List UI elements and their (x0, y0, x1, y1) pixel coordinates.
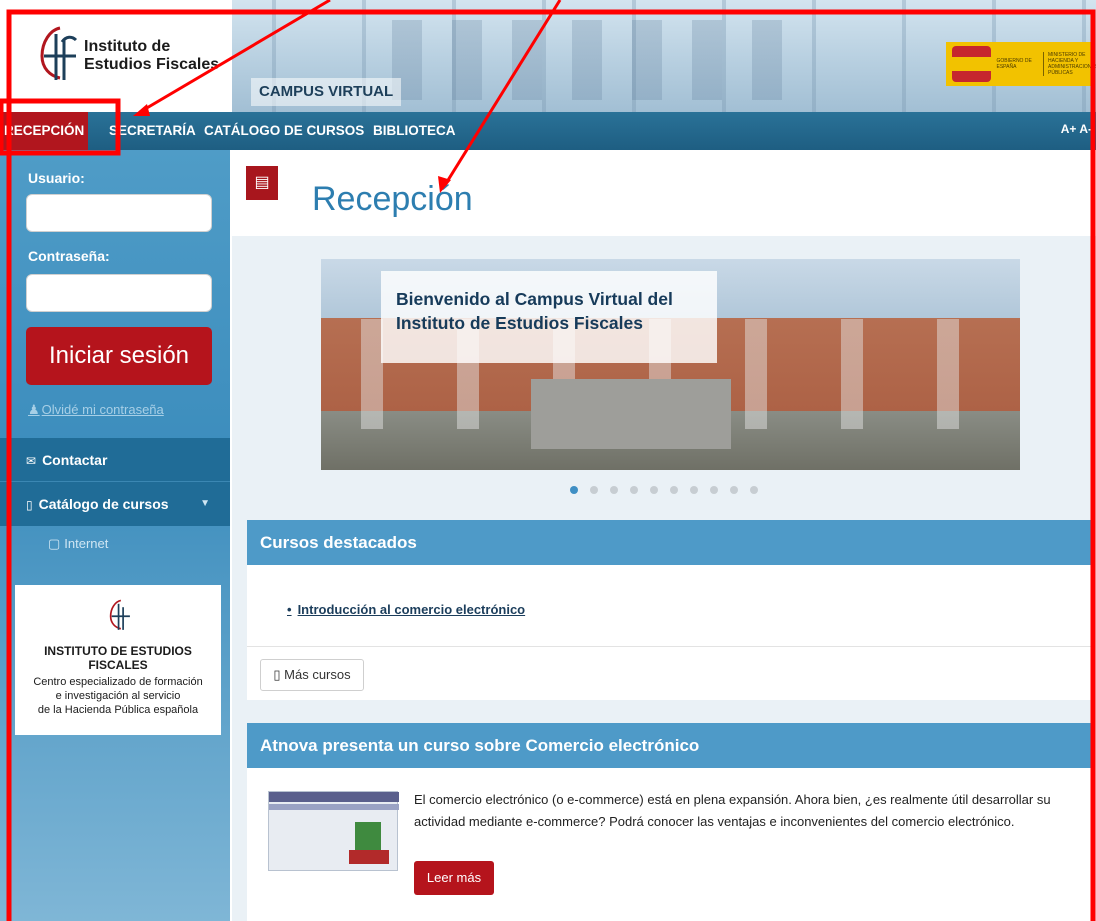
carousel-dot[interactable] (710, 486, 718, 494)
page-title: Recepción (312, 180, 473, 218)
welcome-carousel[interactable]: Bienvenido al Campus Virtual del Institu… (321, 259, 1020, 470)
ief-logo-icon (40, 26, 78, 80)
top-navigation: RECEPCIÓN SECRETARÍA CATÁLOGO DE CURSOS … (0, 112, 1096, 150)
internet-label: Internet (64, 536, 109, 551)
news-article-panel: Atnova presenta un curso sobre Comercio … (247, 723, 1095, 921)
password-label: Contraseña: (28, 248, 110, 264)
featured-courses-panel: Cursos destacados • Introducción al comer… (247, 520, 1095, 700)
ministry-text: MINISTERIO DE HACIENDA Y ADMINISTRACIONE… (1043, 52, 1096, 76)
password-input[interactable] (26, 274, 212, 312)
divider (247, 646, 1095, 647)
site-header: Instituto de Estudios Fiscales CAMPUS VI… (0, 0, 1096, 112)
caption-line-2: Instituto de Estudios Fiscales (396, 313, 643, 333)
article-thumbnail[interactable] (268, 791, 399, 871)
card-desc-line-2: e investigación al servicio (55, 690, 181, 702)
government-logo[interactable]: GOBIERNO DE ESPAÑA MINISTERIO DE HACIEND… (946, 42, 1096, 86)
main-content: ▤ Recepción Bienvenido al Campus Virtual… (232, 150, 1096, 921)
sidebar: Usuario: Contraseña: Iniciar sesión ♟ Olv… (0, 150, 230, 921)
ief-logo[interactable]: Instituto de Estudios Fiscales (0, 0, 232, 112)
nav-catalogo-cursos[interactable]: CATÁLOGO DE CURSOS (204, 112, 364, 150)
ief-small-logo-icon (109, 599, 130, 630)
campus-virtual-label: CAMPUS VIRTUAL (251, 78, 402, 106)
carousel-indicators (570, 486, 758, 496)
book-icon: ▯ (273, 667, 281, 682)
featured-course-text: Introducción al comercio electrónico (297, 602, 526, 617)
carousel-dot[interactable] (650, 486, 658, 494)
caption-line-1: Bienvenido al Campus Virtual del (396, 289, 673, 309)
carousel-dot[interactable] (590, 486, 598, 494)
logo-line-1: Instituto de (84, 38, 171, 55)
building-icon: ▤ (246, 166, 278, 200)
carousel-dot[interactable] (670, 486, 678, 494)
article-title: Atnova presenta un curso sobre Comercio … (247, 723, 1095, 768)
more-courses-button[interactable]: ▯ Más cursos (260, 659, 364, 691)
users-icon: ♟ (28, 402, 40, 417)
carousel-caption: Bienvenido al Campus Virtual del Institu… (381, 271, 717, 363)
username-label: Usuario: (28, 170, 85, 186)
nav-biblioteca[interactable]: BIBLIOTECA (373, 112, 456, 150)
card-description: Centro especializado de formación e inve… (15, 675, 221, 717)
sidebar-subitem-internet[interactable]: ▢ Internet (48, 536, 108, 552)
sidebar-item-catalog[interactable]: ▯ Catálogo de cursos ▼ (0, 482, 230, 526)
carousel-dot[interactable] (630, 486, 638, 494)
read-more-button[interactable]: Leer más (414, 861, 494, 895)
book-icon: ▯ (26, 498, 33, 512)
contact-label: Contactar (42, 452, 108, 468)
bullet-icon: • (287, 602, 292, 617)
featured-course-link[interactable]: • Introducción al comercio electrónico (287, 602, 525, 617)
card-desc-line-3: de la Hacienda Pública española (37, 704, 199, 716)
carousel-dot[interactable] (570, 486, 578, 494)
logo-line-2: Estudios Fiscales (84, 56, 220, 73)
folder-icon: ▢ (48, 536, 61, 551)
caret-down-icon: ▼ (200, 498, 210, 509)
spain-crest-icon (952, 46, 991, 82)
logo-text: Instituto de Estudios Fiscales (84, 38, 219, 74)
envelope-icon: ✉ (26, 454, 37, 468)
carousel-dot[interactable] (750, 486, 758, 494)
nav-recepcion[interactable]: RECEPCIÓN (0, 112, 89, 150)
title-bar: ▤ Recepción (232, 150, 1096, 236)
nav-secretaria[interactable]: SECRETARÍA (109, 112, 196, 150)
login-button[interactable]: Iniciar sesión (26, 327, 212, 385)
sidebar-item-contact[interactable]: ✉ Contactar (0, 438, 230, 482)
article-summary: El comercio electrónico (o e-commerce) e… (414, 792, 1051, 829)
more-courses-label: Más cursos (284, 667, 351, 682)
forgot-password-link[interactable]: ♟ Olvidé mi contraseña (28, 402, 164, 418)
catalog-label: Catálogo de cursos (38, 496, 169, 512)
featured-courses-title: Cursos destacados (247, 520, 1095, 565)
card-desc-line-1: Centro especializado de formación (33, 676, 203, 688)
carousel-dot[interactable] (610, 486, 618, 494)
forgot-password-text: Olvidé mi contraseña (41, 402, 164, 417)
ief-info-card: INSTITUTO DE ESTUDIOS FISCALES Centro es… (15, 585, 221, 735)
font-size-controls[interactable]: A+ A- (1061, 112, 1092, 150)
card-title: INSTITUTO DE ESTUDIOS FISCALES (44, 644, 192, 672)
username-input[interactable] (26, 194, 212, 232)
carousel-dot[interactable] (730, 486, 738, 494)
gov-text: GOBIERNO DE ESPAÑA (996, 58, 1032, 70)
carousel-dot[interactable] (690, 486, 698, 494)
